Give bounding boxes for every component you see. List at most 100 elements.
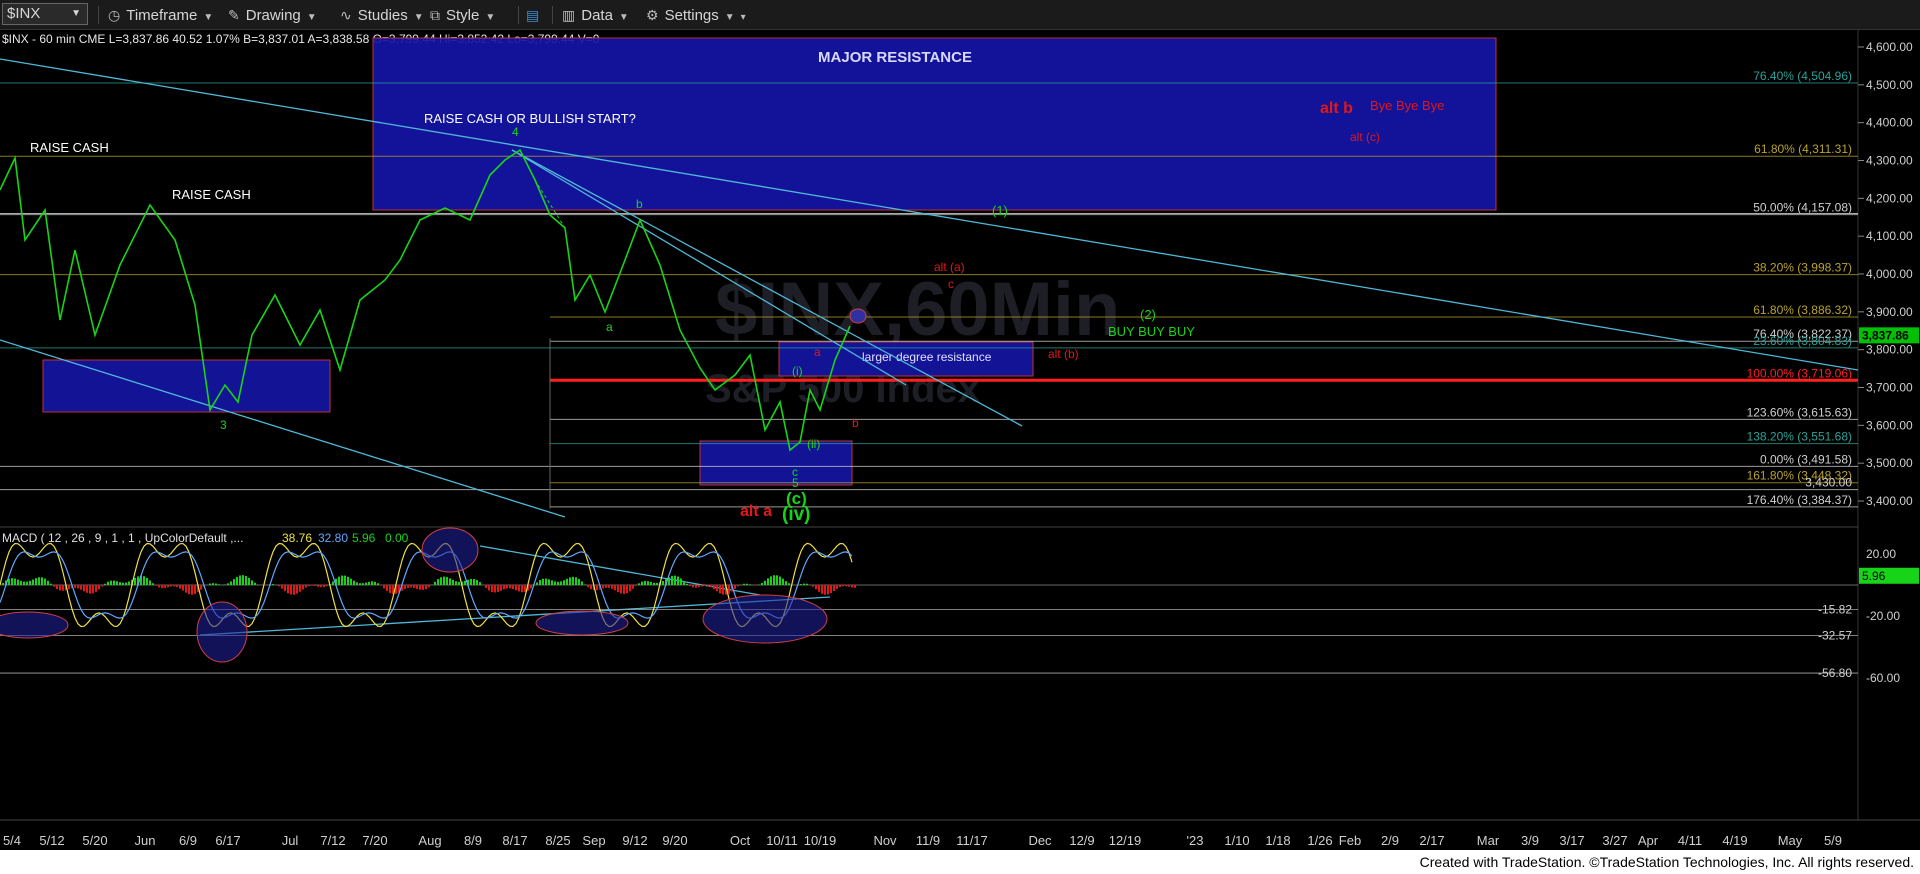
macd-histogram-bar [710, 585, 712, 588]
data-button[interactable]: ▥ Data ▼ [562, 4, 629, 26]
price-tick-label: 4,600.00 [1866, 40, 1913, 54]
macd-histogram-bar [296, 585, 298, 594]
macd-histogram-bar [14, 578, 16, 585]
macd-histogram-bar [410, 585, 412, 588]
wave-annotation-wave-i: (i) [792, 364, 803, 378]
style-button[interactable]: ⧉ Style ▼ [430, 4, 495, 26]
macd-histogram-bar [644, 580, 646, 585]
macd-histogram-bar [98, 585, 100, 590]
macd-histogram-bar [416, 585, 418, 589]
macd-histogram-bar [470, 578, 472, 585]
chart-area[interactable]: $INX - 60 min CME L=3,837.86 40.52 1.07%… [0, 30, 1920, 850]
timeframe-button[interactable]: ◷ Timeframe ▼ [108, 4, 213, 26]
settings-button[interactable]: ⚙ Settings ▼ ▾ [646, 4, 746, 26]
macd-highlight-ellipse [196, 601, 248, 663]
macd-histogram-bar [119, 582, 121, 585]
gear-icon: ⚙ [646, 7, 659, 23]
macd-histogram-bar [455, 581, 457, 585]
wave-annotation-wave-b-green: b [636, 197, 643, 211]
macd-level-label: -56.80 [1818, 666, 1852, 680]
studies-button[interactable]: ∿ Studies ▼ [340, 4, 424, 26]
wave-annotation-alt-b-paren: alt (b) [1048, 347, 1079, 361]
macd-histogram-bar [176, 585, 178, 588]
macd-histogram-bar [314, 585, 316, 587]
macd-histogram-bar [227, 583, 229, 585]
macd-histogram-bar [308, 585, 310, 587]
footer: Created with TradeStation. ©TradeStation… [0, 850, 1920, 874]
macd-histogram-bar [149, 580, 151, 585]
macd-tick-label: -20.00 [1866, 609, 1900, 623]
macd-histogram-bar [524, 585, 526, 592]
macd-histogram-bar [83, 585, 85, 592]
price-tick-label: 3,600.00 [1866, 418, 1913, 432]
macd-histogram-bar [836, 585, 838, 589]
time-axis-label: Feb [1339, 833, 1361, 848]
macd-histogram-bar [617, 585, 619, 593]
macd-histogram-bar [566, 578, 568, 585]
time-axis-label: Mar [1477, 833, 1500, 848]
support-box-bottom[interactable] [699, 440, 853, 486]
macd-histogram-bar [251, 580, 253, 585]
wave-annotation-red-a: a [814, 345, 821, 359]
macd-histogram-bar [782, 578, 784, 585]
drawing-button[interactable]: ✎ Drawing ▼ [228, 4, 317, 26]
price-chart[interactable]: $INX - 60 min CME L=3,837.86 40.52 1.07%… [0, 30, 1920, 850]
macd-histogram-bar [827, 585, 829, 595]
macd-header-value: 38.76 [282, 531, 312, 545]
time-axis-label: 7/12 [320, 833, 345, 848]
macd-histogram-bar [302, 585, 304, 590]
fib-level-label: 138.20% (3,551.68) [1747, 430, 1852, 444]
macd-histogram-bar [854, 585, 856, 588]
macd-histogram-bar [650, 582, 652, 585]
macd-histogram-bar [743, 583, 745, 585]
macd-histogram-bar [35, 578, 37, 585]
time-axis-label: Oct [730, 833, 751, 848]
macd-histogram-bar [803, 583, 805, 585]
time-axis-label: Aug [418, 833, 441, 848]
macd-histogram-bar [101, 585, 103, 587]
time-axis-label: 5/9 [1824, 833, 1842, 848]
macd-histogram-bar [692, 585, 694, 588]
layout-button[interactable]: ▤ [526, 4, 545, 26]
macd-histogram-bar [305, 585, 307, 588]
macd-histogram-bar [239, 575, 241, 585]
macd-header-value: 5.96 [352, 531, 376, 545]
time-axis-label: 10/11 [766, 833, 798, 848]
wave-annotation-wave-a-green: a [606, 320, 613, 334]
macd-histogram-bar [473, 578, 475, 585]
clock-icon: ◷ [108, 7, 121, 23]
macd-histogram-bar [521, 585, 523, 593]
macd-histogram-bar [164, 585, 166, 588]
macd-histogram-bar [551, 580, 553, 585]
macd-histogram-bar [647, 581, 649, 585]
macd-histogram-bar [344, 575, 346, 585]
price-tick-label: 3,900.00 [1866, 305, 1913, 319]
time-axis-label: 1/10 [1224, 833, 1249, 848]
price-tick-label: 4,100.00 [1866, 229, 1913, 243]
macd-histogram-bar [89, 585, 91, 594]
macd-histogram-bar [500, 585, 502, 591]
macd-histogram-bar [32, 579, 34, 585]
macd-histogram-bar [374, 581, 376, 585]
time-axis-label: 8/17 [502, 833, 527, 848]
time-axis-label: 3/27 [1602, 833, 1627, 848]
wave-annotation-wave-2: (2) [1140, 307, 1156, 322]
macd-histogram-bar [602, 585, 604, 589]
macd-histogram-bar [773, 575, 775, 585]
macd-highlight-ellipse [535, 610, 629, 636]
macd-histogram-bar [779, 576, 781, 585]
macd-histogram-bar [290, 585, 292, 595]
macd-histogram-bar [716, 585, 718, 592]
macd-histogram-bar [443, 576, 445, 585]
wave-annotation-alt-a-paren: alt (a) [934, 260, 965, 274]
macd-histogram-bar [299, 585, 301, 592]
macd-histogram-bar [407, 585, 409, 588]
macd-histogram-bar [365, 582, 367, 585]
support-box-left[interactable] [42, 359, 331, 413]
price-tick-label: 3,500.00 [1866, 456, 1913, 470]
fib-level-label: 3,430.00 [1805, 476, 1852, 490]
macd-histogram-bar [419, 585, 421, 590]
symbol-selector[interactable]: $INX ▼ [2, 3, 88, 25]
macd-histogram-bar [437, 579, 439, 585]
price-tick-label: 4,500.00 [1866, 78, 1913, 92]
